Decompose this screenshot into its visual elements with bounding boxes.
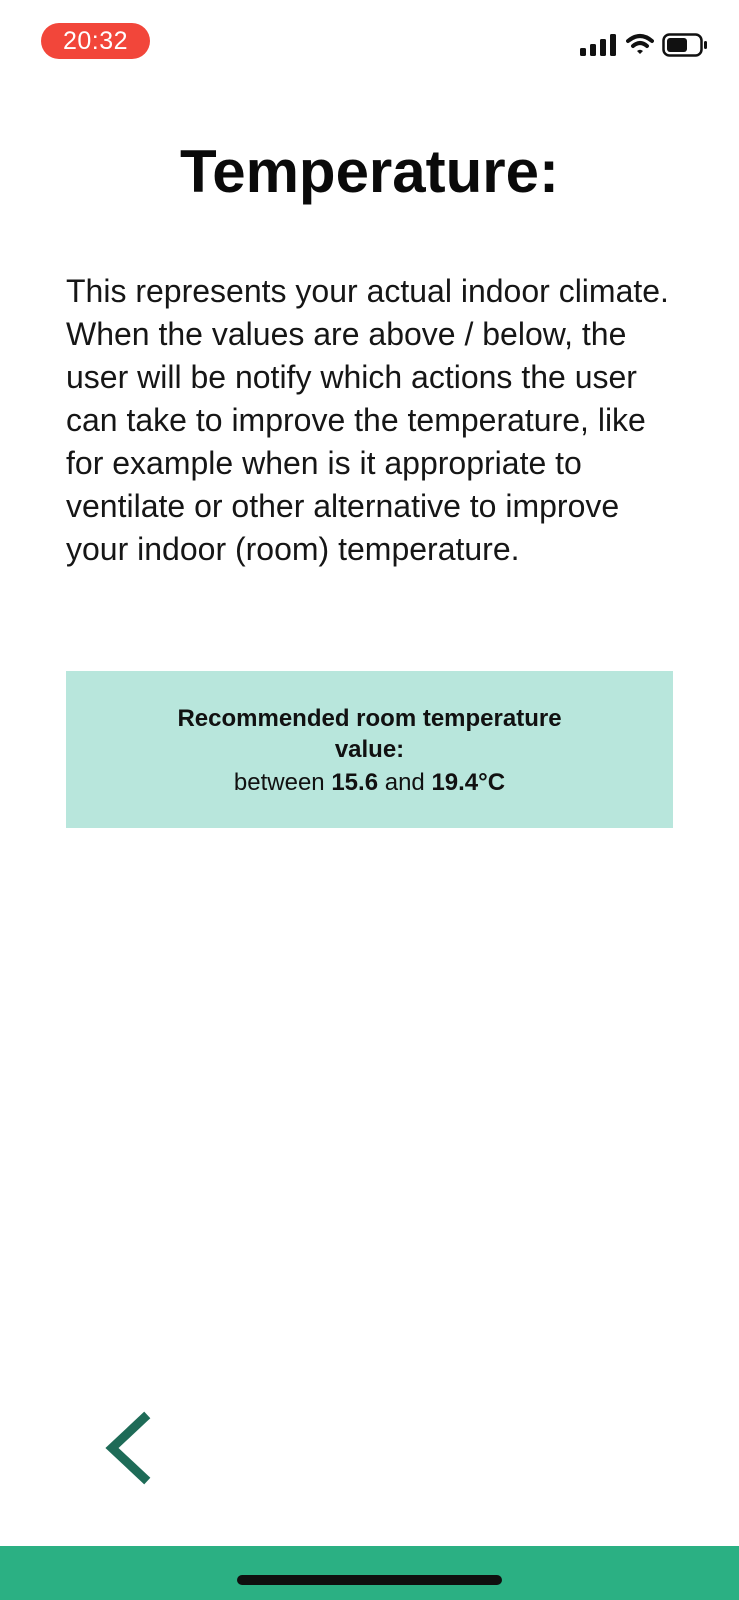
- range-connector: and: [384, 769, 425, 796]
- recommendation-heading: Recommended room temperature value:: [177, 705, 562, 763]
- page-title: Temperature:: [180, 138, 559, 205]
- description-text: This represents your actual indoor clima…: [66, 273, 669, 567]
- back-button[interactable]: [96, 1410, 156, 1486]
- home-indicator[interactable]: [237, 1575, 502, 1585]
- range-prefix: between: [233, 769, 325, 796]
- status-bar: 20:32: [0, 0, 739, 90]
- range-low-value: 15.6: [331, 769, 379, 796]
- recommendation-range: between 15.6 and 19.4°C: [66, 767, 673, 798]
- status-icons: [580, 32, 710, 58]
- range-high-value: 19.4°C: [431, 769, 506, 796]
- wifi-icon: [626, 33, 654, 55]
- battery-icon: [662, 33, 708, 57]
- recommendation-card: Recommended room temperature value: betw…: [66, 671, 673, 828]
- chevron-left-icon: [105, 1411, 151, 1485]
- status-time: 20:32: [41, 23, 150, 59]
- signal-icon: [580, 34, 617, 56]
- bottom-bar: [0, 1546, 739, 1600]
